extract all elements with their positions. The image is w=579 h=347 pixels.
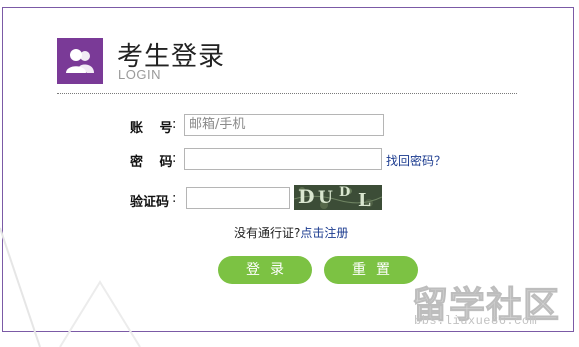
captcha-char: L — [358, 190, 371, 210]
users-logo — [57, 38, 103, 84]
site-watermark-url: bbs.liuxue86.com — [414, 314, 538, 328]
captcha-image[interactable]: D U D L — [294, 185, 382, 210]
captcha-label: 验证码 — [130, 195, 170, 210]
captcha-char: D — [298, 186, 315, 208]
reset-button[interactable]: 重置 — [324, 256, 418, 284]
register-prompt: 没有通行证?点击注册 — [234, 224, 348, 241]
password-colon: : — [172, 151, 177, 166]
captcha-field[interactable] — [186, 187, 290, 209]
password-field[interactable] — [184, 148, 382, 170]
register-question: 没有通行证? — [234, 226, 301, 240]
register-link[interactable]: 点击注册 — [300, 226, 348, 240]
captcha-char: D — [339, 185, 351, 200]
account-field[interactable]: 邮箱/手机 — [184, 114, 384, 136]
users-icon — [66, 49, 94, 73]
account-colon: : — [172, 117, 177, 132]
header-divider — [57, 93, 517, 94]
page-subtitle: LOGIN — [118, 67, 161, 82]
forgot-password-link[interactable]: 找回密码？ — [386, 152, 446, 169]
login-button[interactable]: 登录 — [218, 256, 312, 284]
captcha-colon: : — [172, 191, 177, 206]
login-header: 考生登录 LOGIN — [57, 38, 517, 94]
captcha-char: U — [318, 188, 333, 208]
